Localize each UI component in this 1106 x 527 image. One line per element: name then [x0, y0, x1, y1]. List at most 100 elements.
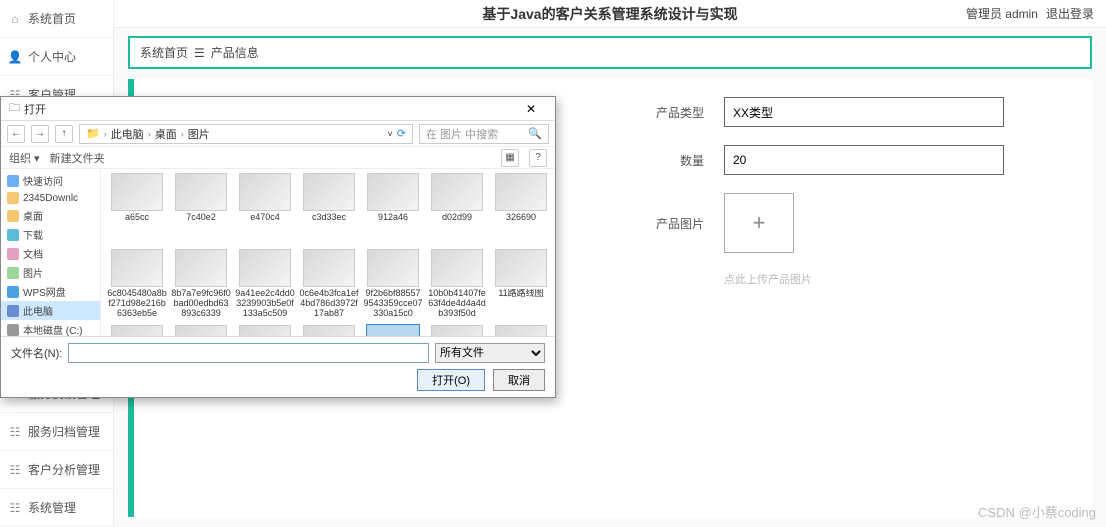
file-item[interactable]: 10b0b41407fe63f4de4d4a4db393f50d [427, 249, 487, 321]
file-item[interactable]: a65cc [107, 173, 167, 245]
quantity-input[interactable] [724, 145, 1004, 175]
file-item[interactable]: 15a1c5217b5c6c20ef65f9cd88128ef9 [171, 325, 231, 336]
tree-item[interactable]: 文档 [1, 244, 100, 263]
path-seg-images[interactable]: 图片 [188, 126, 210, 142]
top-bar: 基于Java的客户关系管理系统设计与实现 管理员 admin 退出登录 [114, 0, 1106, 28]
folder-icon [7, 305, 19, 317]
path-seg-pc[interactable]: 此电脑 [111, 126, 144, 142]
filename-label: 文件名(N): [11, 345, 62, 361]
path-bar[interactable]: 📁 › 此电脑 › 桌面 › 图片 ˅ ⟳ [79, 124, 413, 144]
folder-icon [7, 324, 19, 336]
tree-item[interactable]: 此电脑 [1, 301, 100, 320]
plus-icon: + [753, 210, 766, 236]
thumbnail [239, 173, 291, 211]
thumbnail [431, 249, 483, 287]
file-name: 912a46 [363, 213, 423, 245]
file-open-dialog: 🗀 打开 ✕ ← → ↑ 📁 › 此电脑 › 桌面 › 图片 ˅ ⟳ 在 图片 … [0, 96, 556, 398]
thumbnail [495, 173, 547, 211]
tree-item-label: 本地磁盘 (C:) [23, 322, 82, 336]
organize-menu[interactable]: 组织 ▾ [9, 150, 40, 166]
filename-input[interactable] [68, 343, 429, 363]
newfolder-button[interactable]: 新建文件夹 [50, 150, 105, 166]
thumbnail [367, 173, 419, 211]
tree-item[interactable]: 本地磁盘 (C:) [1, 320, 100, 336]
folder-icon [7, 286, 19, 298]
nav-back-icon[interactable]: ← [7, 125, 25, 143]
thumbnail [495, 249, 547, 287]
file-item[interactable]: 326690 [491, 173, 551, 245]
file-item[interactable]: e470c4 [235, 173, 295, 245]
filetype-select[interactable]: 所有文件 [435, 343, 545, 363]
file-name: d02d99 [427, 213, 487, 245]
tree-item[interactable]: 快速访问 [1, 171, 100, 190]
watermark: CSDN @小蔡coding [978, 502, 1096, 521]
archive-icon: ☷ [8, 425, 22, 439]
file-item[interactable]: 7c40e2 [171, 173, 231, 245]
file-item[interactable]: 124842d23b052ef9083b90477b2f5c0f [427, 325, 487, 336]
folder-icon [7, 175, 19, 187]
cancel-button[interactable]: 取消 [493, 369, 545, 391]
file-name: c3d33ec [299, 213, 359, 245]
file-item[interactable]: 9a41ee2c4dd03239903b5e0f133a5c509 [235, 249, 295, 321]
file-name: 326690 [491, 213, 551, 245]
dialog-titlebar[interactable]: 🗀 打开 ✕ [1, 97, 555, 121]
sidebar-item[interactable]: 👤个人中心 [0, 38, 113, 76]
breadcrumb: 系统首页 ☰ 产品信息 [128, 36, 1092, 69]
file-item[interactable]: c3d33ec [299, 173, 359, 245]
tree-item-label: WPS网盘 [23, 284, 66, 299]
file-item[interactable]: 0122 [299, 325, 359, 336]
help-icon[interactable]: ? [529, 149, 547, 167]
path-seg-desktop[interactable]: 桌面 [155, 126, 177, 142]
file-item[interactable]: 8b7a7e9fc96f0bad00edbd63893c6339 [171, 249, 231, 321]
admin-label: 管理员 admin [966, 5, 1038, 22]
close-icon[interactable]: ✕ [515, 99, 547, 119]
search-icon: 🔍 [528, 127, 542, 140]
tree-item-label: 快速访问 [23, 173, 63, 188]
upload-button[interactable]: + [724, 193, 794, 253]
search-placeholder: 在 图片 中搜索 [426, 126, 498, 142]
file-item[interactable]: 11路路线图 [491, 249, 551, 321]
nav-fwd-icon[interactable]: → [31, 125, 49, 143]
file-item[interactable]: 52c602ab00c8612a7966ef78384d4315 [235, 325, 295, 336]
thumbnail [111, 325, 163, 336]
file-item[interactable]: 202147212224?640 [491, 325, 551, 336]
sidebar-item-label: 系统管理 [28, 499, 76, 516]
file-item[interactable]: 14ce36d3d539b600cb3c61b3e650352ac75cb7c3… [107, 325, 167, 336]
refresh-icon[interactable]: ⟳ [397, 127, 406, 140]
search-input[interactable]: 在 图片 中搜索 🔍 [419, 124, 549, 144]
tree-item[interactable]: 2345Downlc [1, 190, 100, 206]
thumbnail [431, 173, 483, 211]
sidebar-item[interactable]: ☷服务归档管理 [0, 413, 113, 451]
file-item[interactable]: 300x300 [363, 325, 423, 336]
system-icon: ☷ [8, 501, 22, 515]
tree-item[interactable]: 图片 [1, 263, 100, 282]
sidebar-item[interactable]: ☷客户分析管理 [0, 451, 113, 489]
file-item[interactable]: 912a46 [363, 173, 423, 245]
folder-icon [7, 267, 19, 279]
tree-item[interactable]: WPS网盘 [1, 282, 100, 301]
logout-link[interactable]: 退出登录 [1046, 5, 1094, 22]
thumbnail [303, 325, 355, 336]
file-item[interactable]: 6c8045480a8bf271d98e216b6363eb5e [107, 249, 167, 321]
user-icon: 👤 [8, 50, 22, 64]
sidebar-item[interactable]: ⌂系统首页 [0, 0, 113, 38]
thumbnail [431, 325, 483, 336]
folder-icon [7, 229, 19, 241]
dialog-sidebar: 快速访问2345Downlc桌面下载文档图片WPS网盘此电脑本地磁盘 (C:)本… [1, 169, 101, 336]
tree-item[interactable]: 下载 [1, 225, 100, 244]
sidebar-item[interactable]: ☷ 系统管理 [0, 489, 113, 527]
product-type-input[interactable] [724, 97, 1004, 127]
folder-icon [7, 248, 19, 260]
nav-up-icon[interactable]: ↑ [55, 125, 73, 143]
app-title: 基于Java的客户关系管理系统设计与实现 [482, 4, 737, 24]
tree-item-label: 桌面 [23, 208, 43, 223]
sidebar-item-label: 系统首页 [28, 10, 76, 27]
file-item[interactable]: 9f2b6bf885579543359cce07330a15c0 [363, 249, 423, 321]
chevron-down-icon[interactable]: ˅ [388, 129, 393, 139]
open-button[interactable]: 打开(O) [417, 369, 485, 391]
file-item[interactable]: 0c6e4b3fca1ef4bd786d3972f17ab87 [299, 249, 359, 321]
view-icon[interactable]: ▦ [501, 149, 519, 167]
breadcrumb-home[interactable]: 系统首页 [140, 44, 188, 61]
tree-item[interactable]: 桌面 [1, 206, 100, 225]
file-item[interactable]: d02d99 [427, 173, 487, 245]
